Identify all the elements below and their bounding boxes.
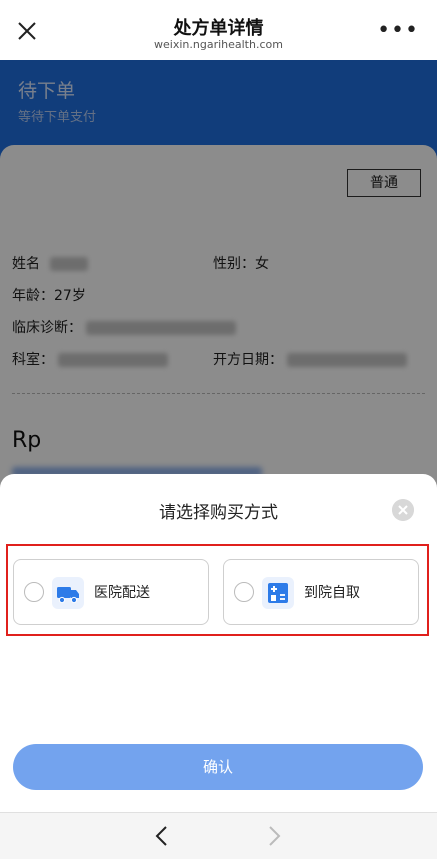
page-title: 处方单详情 bbox=[173, 18, 264, 39]
back-arrow-icon[interactable] bbox=[150, 823, 174, 849]
sheet-title: 请选择购买方式 bbox=[159, 503, 278, 523]
browser-nav-bar bbox=[0, 812, 437, 859]
delivery-truck-icon bbox=[52, 577, 84, 609]
radio-delivery[interactable] bbox=[24, 582, 44, 602]
hospital-pickup-icon bbox=[262, 577, 294, 609]
close-circle-icon[interactable] bbox=[392, 499, 414, 521]
page-domain: weixin.ngarihealth.com bbox=[154, 38, 283, 51]
confirm-button[interactable]: 确认 bbox=[13, 744, 423, 790]
option-label-delivery: 医院配送 bbox=[94, 585, 150, 601]
purchase-method-sheet: 请选择购买方式 医院配送 到院自取 确认 bbox=[0, 474, 437, 814]
title-bar: 处方单详情 weixin.ngarihealth.com ••• bbox=[0, 0, 437, 60]
forward-arrow-icon[interactable] bbox=[262, 823, 286, 849]
option-hospital-delivery[interactable]: 医院配送 bbox=[13, 559, 209, 625]
radio-pickup[interactable] bbox=[234, 582, 254, 602]
option-label-pickup: 到院自取 bbox=[304, 585, 360, 601]
option-hospital-pickup[interactable]: 到院自取 bbox=[223, 559, 419, 625]
more-menu-icon[interactable]: ••• bbox=[377, 18, 419, 43]
